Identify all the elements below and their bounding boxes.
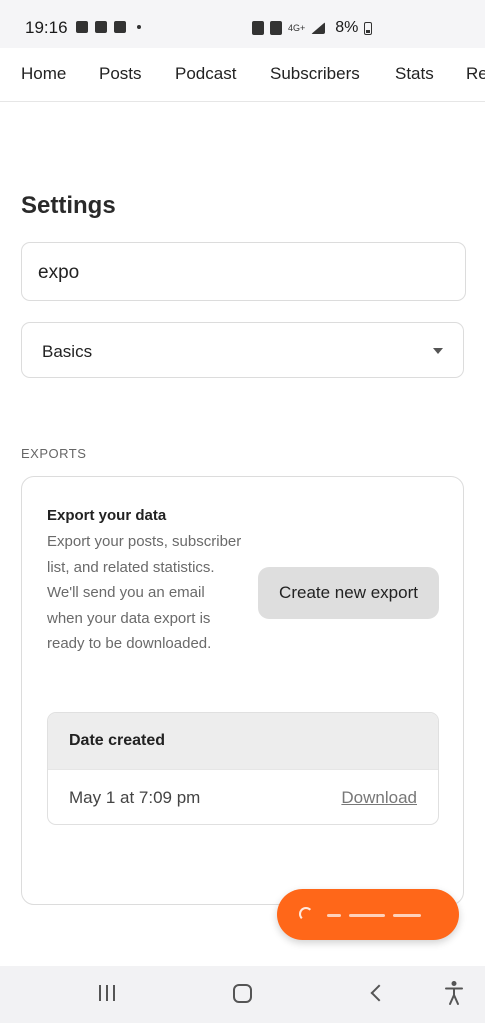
back-icon[interactable] [370, 984, 388, 1002]
export-card-description: Export your posts, subscriber list, and … [47, 533, 242, 652]
dashboard-nav: Home Posts Podcast Subscribers Stats Re [0, 48, 485, 102]
signal-icon [311, 22, 326, 34]
tab-podcast[interactable]: Podcast [175, 64, 236, 84]
alarm-icon [252, 21, 264, 35]
loading-spinner-icon [299, 907, 313, 921]
status-time: 19:16 [25, 18, 68, 37]
notification-icons [76, 21, 141, 33]
export-card: Export your data Export your posts, subs… [21, 476, 464, 905]
search-input-value: expo [38, 262, 80, 283]
create-export-button[interactable]: Create new export [258, 567, 439, 619]
network-type-icon: 4G+ [288, 23, 306, 33]
recent-apps-icon[interactable] [99, 985, 115, 1001]
accessibility-icon[interactable] [444, 980, 464, 1006]
page-title: Settings [21, 192, 116, 219]
tab-posts[interactable]: Posts [99, 64, 142, 84]
tab-stats[interactable]: Stats [395, 64, 434, 84]
fab-label-placeholder [393, 914, 421, 917]
exports-table: Date created May 1 at 7:09 pm Download [47, 712, 439, 825]
section-label-exports: EXPORTS [21, 446, 87, 461]
tab-subscribers[interactable]: Subscribers [270, 64, 360, 84]
system-navigation-bar [0, 966, 485, 1023]
gallery-icon [76, 21, 88, 33]
table-row: May 1 at 7:09 pm Download [48, 769, 438, 824]
tab-truncated[interactable]: Re [466, 64, 485, 84]
battery-icon [364, 21, 373, 35]
export-card-title: Export your data [47, 507, 167, 524]
settings-section-select[interactable]: Basics [21, 322, 464, 378]
app-notification-icon [95, 21, 107, 33]
app-notification-icon-2 [114, 21, 126, 33]
mute-icon [270, 21, 282, 35]
download-link[interactable]: Download [341, 788, 417, 808]
table-header-date: Date created [48, 713, 438, 769]
more-notifications-icon [137, 25, 141, 29]
settings-search-input[interactable]: expo [21, 242, 466, 301]
fab-label-placeholder [327, 914, 341, 917]
status-bar: 19:16 4G+ 8% [0, 0, 485, 48]
chevron-down-icon [433, 348, 443, 354]
tab-home[interactable]: Home [21, 64, 66, 84]
floating-action-button[interactable] [277, 889, 459, 940]
export-date: May 1 at 7:09 pm [69, 787, 201, 807]
home-icon[interactable] [233, 984, 252, 1003]
fab-label-placeholder [349, 914, 385, 917]
select-value: Basics [42, 342, 93, 361]
battery-percent: 8% [335, 19, 359, 36]
system-status-icons: 4G+ 8% [252, 19, 373, 37]
